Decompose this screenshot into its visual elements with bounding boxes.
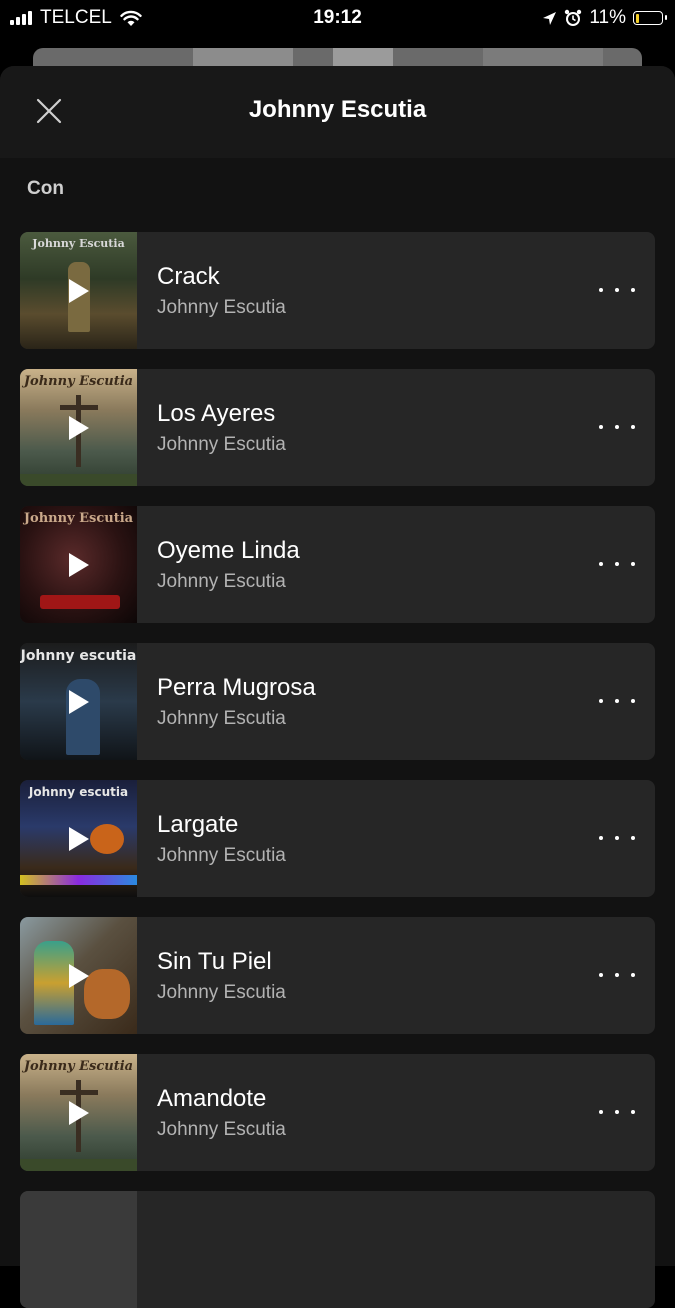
track-artist: Johnny Escutia [157,982,286,1003]
track-row-partial[interactable] [20,1191,655,1308]
play-icon[interactable] [69,279,89,303]
track-artist: Johnny Escutia [157,708,286,729]
track-artist: Johnny Escutia [157,297,286,318]
track-artist: Johnny Escutia [157,1119,286,1140]
track-artist: Johnny Escutia [157,571,286,592]
battery-fill [635,13,639,23]
album-art-text: Johnny Escutia [23,374,134,389]
album-art [20,1191,137,1308]
album-art-text: Johnny Escutia [23,1059,134,1074]
status-bar: TELCEL 19:12 11% [0,0,675,36]
more-options-icon[interactable] [599,689,635,713]
track-artist: Johnny Escutia [157,845,286,866]
album-art-text: Johnny escutia [28,785,129,799]
bottom-sheet: Johnny Escutia Con Johnny Escutia Crack … [0,66,675,1308]
track-row[interactable]: Johnny escutia Largate Johnny Escutia [20,780,655,897]
section-label: Con [27,178,64,199]
track-row[interactable]: Johnny Escutia Los Ayeres Johnny Escutia [20,369,655,486]
track-artist: Johnny Escutia [157,434,286,455]
more-options-icon[interactable] [599,415,635,439]
track-title: Amandote [157,1085,267,1112]
more-options-icon[interactable] [599,1100,635,1124]
track-title: Sin Tu Piel [157,948,272,975]
album-art-text: Johnny Escutia [23,511,134,526]
track-title: Perra Mugrosa [157,674,316,701]
track-title: Crack [157,263,220,290]
play-icon[interactable] [69,690,89,714]
location-icon [543,11,557,25]
track-title: Largate [157,811,239,838]
album-art-text: Johnny escutia [20,648,137,664]
album-art-text: Johnny Escutia [32,237,125,250]
play-icon[interactable] [69,827,89,851]
track-row[interactable]: Johnny Escutia Amandote Johnny Escutia [20,1054,655,1171]
more-options-icon[interactable] [599,278,635,302]
sheet-header: Johnny Escutia [0,66,675,158]
more-options-icon[interactable] [599,963,635,987]
track-title: Los Ayeres [157,400,276,427]
play-icon[interactable] [69,416,89,440]
alarm-icon [565,9,582,26]
play-icon[interactable] [69,553,89,577]
track-row[interactable]: Johnny Escutia Oyeme Linda Johnny Escuti… [20,506,655,623]
battery-icon [633,11,667,25]
play-icon[interactable] [69,1101,89,1125]
battery-percent: 11% [589,7,626,28]
track-row[interactable]: Johnny Escutia Crack Johnny Escutia [20,232,655,349]
track-row[interactable]: Johnny escutia Perra Mugrosa Johnny Escu… [20,643,655,760]
track-row[interactable]: Sin Tu Piel Johnny Escutia [20,917,655,1034]
play-icon[interactable] [69,964,89,988]
status-right: 11% [542,7,667,29]
track-title: Oyeme Linda [157,537,300,564]
sheet-title: Johnny Escutia [248,96,427,123]
more-options-icon[interactable] [599,552,635,576]
more-options-icon[interactable] [599,826,635,850]
